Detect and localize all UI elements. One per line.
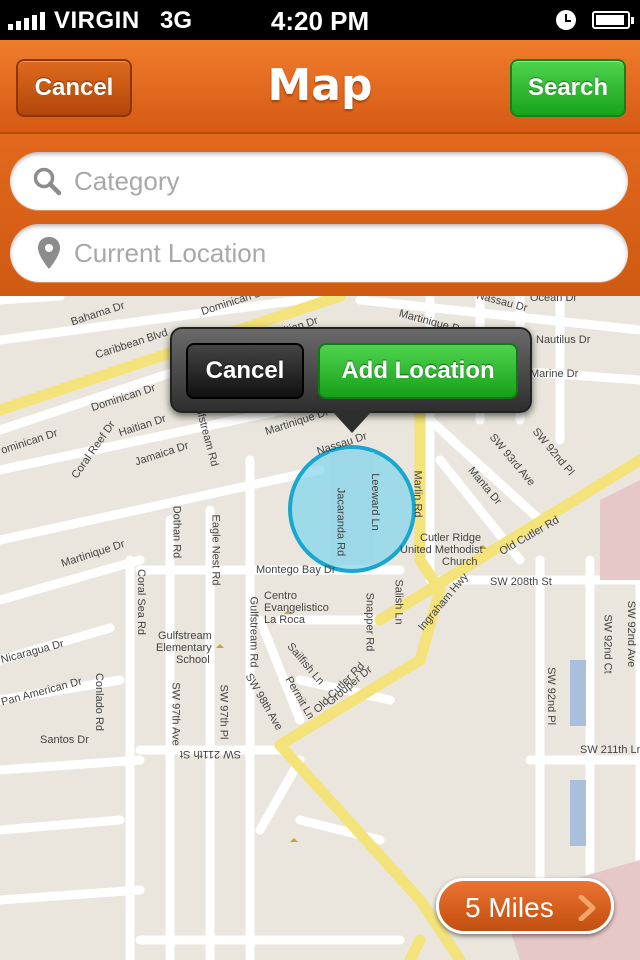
map-label: La Roca xyxy=(264,614,305,626)
search-icon xyxy=(33,167,62,196)
status-bar: VIRGIN 3G 4:20 PM xyxy=(0,0,640,40)
location-field[interactable]: Current Location xyxy=(10,224,628,282)
add-location-button[interactable]: Add Location xyxy=(318,343,518,399)
map-label: SW 211th St xyxy=(180,748,241,760)
map-label: Centro xyxy=(264,590,298,602)
map-label: SW 92nd Ave xyxy=(625,600,638,668)
map-label: Eagle Nest Rd xyxy=(209,514,222,586)
popover-cancel-button[interactable]: Cancel xyxy=(186,343,304,399)
map-label: Montego Bay Dr xyxy=(256,564,336,576)
map-label: SW 92nd Pl xyxy=(545,666,558,726)
status-time: 4:20 PM xyxy=(270,6,370,36)
search-panel: Category Current Location xyxy=(0,134,640,296)
map-label: SW 97th Ave xyxy=(169,682,182,746)
chevron-right-icon xyxy=(578,895,596,921)
map-label: School xyxy=(176,654,210,666)
navigation-bar: Cancel Map Search xyxy=(0,40,640,134)
map-label: Santos Dr xyxy=(40,734,89,746)
map-label: Dothan Rd xyxy=(170,505,183,559)
map-label: Nautilus Dr xyxy=(536,334,591,346)
map-label: Gulfstream xyxy=(158,630,212,642)
map-label: Ocean Dr xyxy=(530,296,578,304)
map-label: Coral Sea Rd xyxy=(135,568,148,636)
add-location-popover: Cancel Add Location xyxy=(170,327,532,413)
category-placeholder: Category xyxy=(74,165,180,196)
map-label: Gulfstream Rd xyxy=(247,596,260,668)
map-label: Jacaranda Rd xyxy=(334,487,347,557)
battery-icon xyxy=(592,11,634,29)
map-label: Evangelistico xyxy=(264,602,329,614)
category-field[interactable]: Category xyxy=(10,152,628,210)
distance-label: 5 Miles xyxy=(465,892,554,923)
location-pin-icon xyxy=(38,237,60,269)
map-label: Conlado Rd xyxy=(93,672,106,732)
map-label: Church xyxy=(442,556,478,568)
map-label: Elementary xyxy=(156,642,212,654)
map-label: Marine Dr xyxy=(530,368,579,380)
map-label: SW 211th Ln xyxy=(580,744,640,756)
map-label: SW 97th Pl xyxy=(217,684,230,740)
map-label: Cutler Ridge xyxy=(420,532,482,544)
location-placeholder: Current Location xyxy=(74,237,267,268)
popover-arrow xyxy=(332,411,372,433)
distance-button[interactable]: 5 Miles xyxy=(436,878,614,934)
map-label: SW 92nd Ct xyxy=(601,614,614,674)
map-label: Salish Ln xyxy=(392,579,405,625)
alarm-icon xyxy=(556,10,576,30)
map-label: United Methodist xyxy=(400,544,483,556)
map-label: Snapper Rd xyxy=(363,592,376,652)
map-label: Marlin Rd xyxy=(411,470,424,518)
search-button[interactable]: Search xyxy=(510,59,626,117)
map-label: SW 208th St xyxy=(490,576,552,588)
map-label: Leeward Ln xyxy=(368,473,381,531)
